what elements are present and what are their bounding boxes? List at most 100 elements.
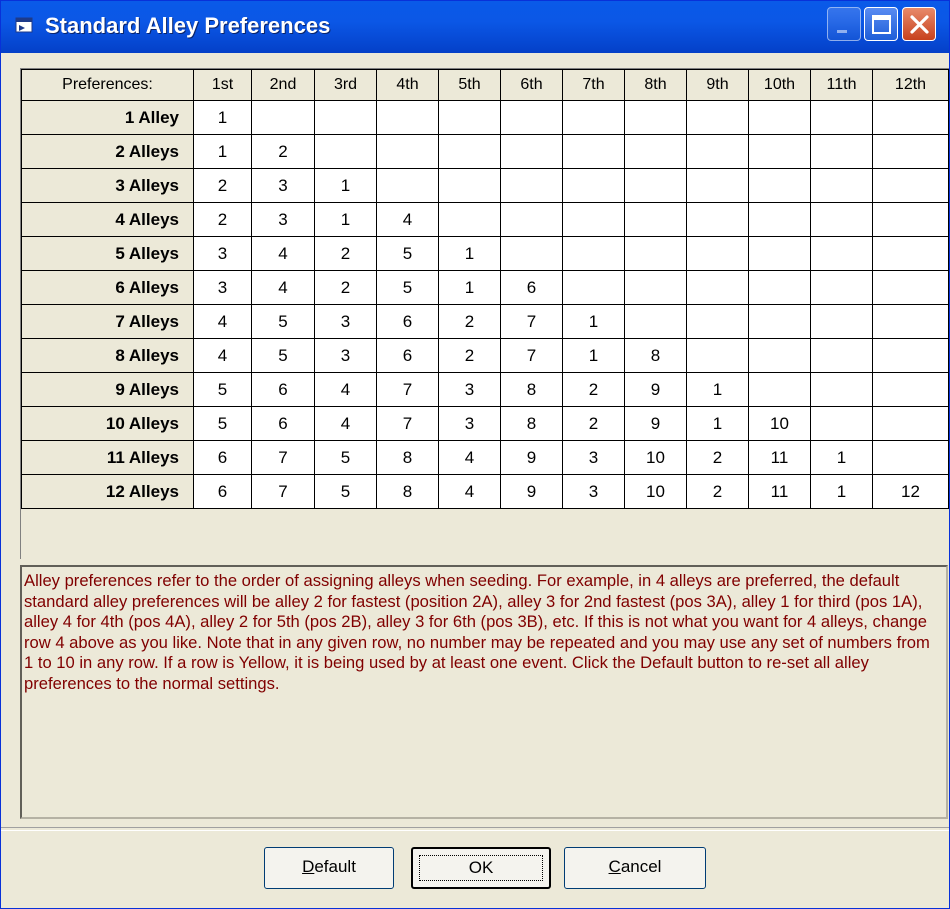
preference-cell[interactable]: 1 (193, 100, 252, 135)
preference-cell[interactable]: 3 (251, 168, 315, 203)
preference-cell[interactable] (624, 100, 687, 135)
preference-cell[interactable]: 10 (748, 406, 811, 441)
preference-cell[interactable] (376, 168, 439, 203)
preference-cell[interactable] (748, 270, 811, 305)
preference-cell[interactable]: 5 (251, 338, 315, 373)
preference-cell[interactable] (872, 406, 949, 441)
preference-cell[interactable]: 8 (624, 338, 687, 373)
preference-cell[interactable] (500, 168, 563, 203)
preference-cell[interactable] (686, 168, 749, 203)
preference-cell[interactable] (624, 304, 687, 339)
preference-cell[interactable]: 11 (748, 474, 811, 509)
title-bar[interactable]: Standard Alley Preferences (1, 1, 949, 53)
preference-cell[interactable]: 1 (686, 406, 749, 441)
preference-cell[interactable] (686, 236, 749, 271)
preference-cell[interactable]: 2 (562, 372, 625, 407)
preference-cell[interactable] (748, 338, 811, 373)
preference-cell[interactable]: 4 (438, 440, 501, 475)
preference-cell[interactable]: 3 (314, 338, 377, 373)
preference-cell[interactable] (686, 202, 749, 237)
preference-cell[interactable]: 2 (193, 202, 252, 237)
preference-cell[interactable] (872, 372, 949, 407)
preference-cell[interactable] (251, 100, 315, 135)
default-button[interactable]: Default (264, 847, 394, 889)
preference-cell[interactable]: 1 (686, 372, 749, 407)
preference-cell[interactable]: 12 (872, 474, 949, 509)
preference-cell[interactable] (500, 134, 563, 169)
preference-cell[interactable]: 10 (624, 440, 687, 475)
preference-cell[interactable]: 9 (500, 474, 563, 509)
preference-cell[interactable] (314, 134, 377, 169)
preference-cell[interactable] (810, 304, 873, 339)
preference-cell[interactable]: 6 (193, 474, 252, 509)
preference-cell[interactable] (500, 236, 563, 271)
preference-cell[interactable]: 7 (376, 406, 439, 441)
ok-button[interactable]: OK (411, 847, 551, 889)
preference-cell[interactable] (872, 236, 949, 271)
preference-cell[interactable]: 5 (314, 474, 377, 509)
preference-cell[interactable] (810, 202, 873, 237)
preference-cell[interactable] (748, 236, 811, 271)
preference-cell[interactable]: 1 (438, 270, 501, 305)
preference-cell[interactable]: 7 (500, 304, 563, 339)
preference-cell[interactable] (562, 100, 625, 135)
preference-cell[interactable]: 7 (251, 440, 315, 475)
preference-cell[interactable] (624, 168, 687, 203)
preference-cell[interactable] (686, 100, 749, 135)
preference-cell[interactable]: 9 (500, 440, 563, 475)
preference-cell[interactable] (748, 134, 811, 169)
close-button[interactable] (902, 7, 936, 41)
preference-cell[interactable] (748, 168, 811, 203)
preference-cell[interactable] (810, 270, 873, 305)
preference-cell[interactable]: 8 (500, 372, 563, 407)
preference-cell[interactable]: 7 (500, 338, 563, 373)
preference-cell[interactable]: 1 (314, 202, 377, 237)
preference-cell[interactable]: 2 (314, 236, 377, 271)
preference-cell[interactable]: 4 (193, 338, 252, 373)
preference-cell[interactable] (872, 270, 949, 305)
preference-cell[interactable]: 5 (376, 270, 439, 305)
preference-cell[interactable]: 2 (686, 440, 749, 475)
preference-cell[interactable]: 3 (251, 202, 315, 237)
preference-cell[interactable]: 3 (438, 372, 501, 407)
preference-cell[interactable] (562, 202, 625, 237)
preference-cell[interactable] (562, 270, 625, 305)
preference-cell[interactable] (872, 440, 949, 475)
preference-cell[interactable] (748, 202, 811, 237)
preference-cell[interactable] (872, 202, 949, 237)
preference-cell[interactable]: 3 (438, 406, 501, 441)
preference-cell[interactable]: 2 (193, 168, 252, 203)
preference-cell[interactable] (686, 270, 749, 305)
app-window-icon[interactable] (15, 17, 33, 33)
preference-cell[interactable]: 3 (193, 236, 252, 271)
preference-cell[interactable]: 5 (314, 440, 377, 475)
preference-cell[interactable] (872, 304, 949, 339)
preference-cell[interactable]: 3 (562, 440, 625, 475)
preference-cell[interactable] (872, 134, 949, 169)
preference-cell[interactable] (748, 304, 811, 339)
preference-cell[interactable] (500, 202, 563, 237)
preference-cell[interactable]: 2 (251, 134, 315, 169)
preference-cell[interactable]: 8 (376, 474, 439, 509)
preference-cell[interactable]: 3 (314, 304, 377, 339)
preference-cell[interactable]: 1 (810, 440, 873, 475)
preference-cell[interactable]: 2 (438, 338, 501, 373)
preference-cell[interactable] (872, 100, 949, 135)
preference-cell[interactable]: 4 (314, 372, 377, 407)
preference-cell[interactable]: 2 (562, 406, 625, 441)
preference-cell[interactable]: 5 (251, 304, 315, 339)
preference-cell[interactable]: 4 (438, 474, 501, 509)
preference-cell[interactable]: 6 (376, 304, 439, 339)
preference-cell[interactable]: 9 (624, 406, 687, 441)
preference-cell[interactable] (562, 236, 625, 271)
preference-cell[interactable] (872, 168, 949, 203)
preference-cell[interactable] (438, 202, 501, 237)
preference-cell[interactable] (624, 236, 687, 271)
preference-cell[interactable]: 6 (193, 440, 252, 475)
preference-cell[interactable]: 5 (193, 372, 252, 407)
preference-cell[interactable]: 1 (562, 338, 625, 373)
preference-cell[interactable]: 1 (193, 134, 252, 169)
preference-cell[interactable]: 7 (376, 372, 439, 407)
preference-cell[interactable] (500, 100, 563, 135)
preference-cell[interactable] (810, 100, 873, 135)
